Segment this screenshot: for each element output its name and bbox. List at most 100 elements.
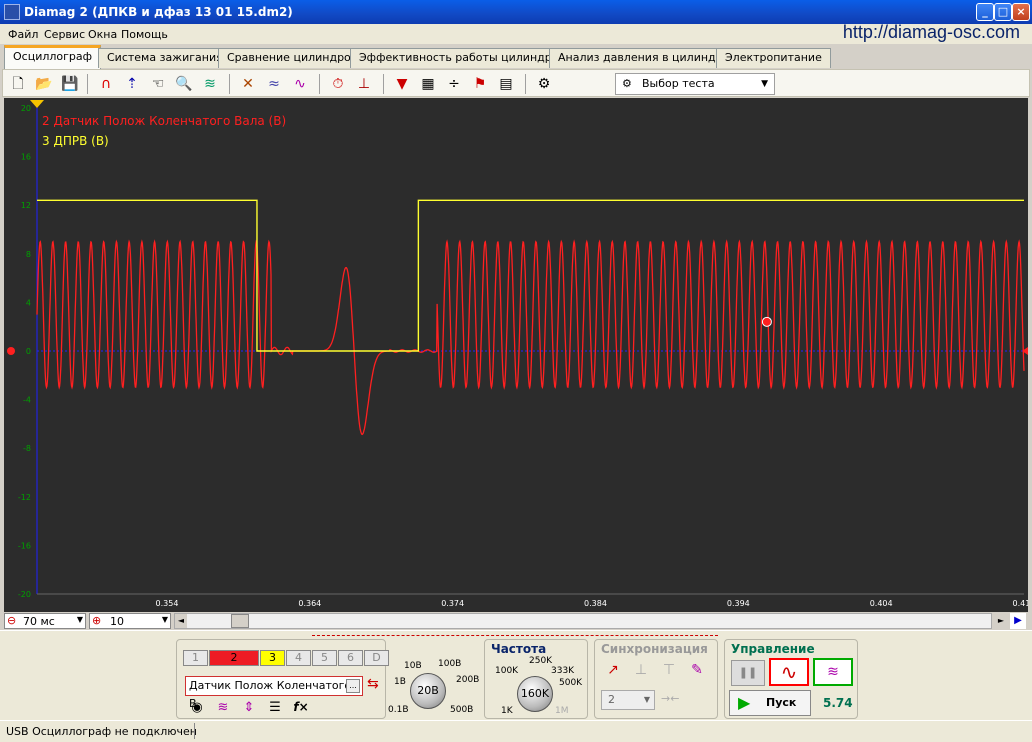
frequency-knob[interactable]: 160K — [517, 676, 553, 712]
menu-service[interactable]: Сервис — [44, 28, 85, 41]
flag-icon[interactable]: ⚑ — [469, 73, 491, 95]
auto-sync-icon[interactable]: ✎ — [687, 662, 707, 682]
channel-name-field[interactable]: Датчик Полож Коленчатого В ... — [185, 676, 363, 710]
vertical-shift-icon[interactable]: ⇕ — [237, 700, 261, 718]
lines-icon[interactable]: ☰ — [263, 700, 287, 718]
edge-up-icon[interactable]: ⊥ — [631, 662, 651, 682]
freq-label-100k: 100K — [495, 666, 519, 676]
sync-channel-select[interactable]: 2 ▼ — [601, 690, 655, 710]
channel-button-digital[interactable]: D — [364, 650, 389, 666]
overlay-icon[interactable]: ∿ — [289, 73, 311, 95]
play-forward-icon[interactable]: ▶ — [1010, 613, 1026, 629]
split-icon[interactable]: ÷ — [443, 73, 465, 95]
zoom-value: 10 — [110, 615, 124, 628]
eye-icon[interactable]: ◉ — [185, 700, 209, 718]
x-tick-label: 0.404 — [870, 599, 893, 608]
notes-icon[interactable]: ▤ — [495, 73, 517, 95]
test-select[interactable]: ⚙ Выбор теста ▼ — [615, 73, 775, 95]
save-icon[interactable]: 💾 — [59, 73, 81, 95]
channel-button-2[interactable]: 2 — [209, 650, 259, 666]
rising-edge-icon[interactable]: ↗ — [603, 662, 623, 682]
menu-help[interactable]: Помощь — [121, 28, 168, 41]
chevron-down-icon: ▼ — [643, 695, 650, 704]
auto-settings-icon[interactable]: ⚙ — [533, 73, 555, 95]
timebase-value: 70 мс — [23, 615, 55, 628]
channel-more-button[interactable]: ... — [346, 679, 360, 693]
volt-knob[interactable]: 20В — [410, 673, 446, 709]
oscilloscope-plot[interactable]: 20 16 12 8 4 0 -4 -8 -12 -16 -20 0.354 0.364 0.374 0.3… — [4, 98, 1032, 612]
freq-label-333k: 333K — [551, 666, 575, 676]
y-tick-label: 12 — [21, 201, 31, 210]
auto-scale-icon[interactable]: ≋ — [199, 73, 221, 95]
control-area: 1 2 3 4 5 6 D Датчик Полож Коленчатого В… — [0, 630, 1032, 720]
sync-arrows-icon[interactable]: →← — [661, 692, 679, 705]
tab-oscilloscope[interactable]: Осциллограф — [4, 45, 102, 69]
tab-cylinder-pressure[interactable]: Анализ давления в цилиндре — [549, 48, 739, 68]
toolbar: 🗋 📂 💾 ∩ ⇡ ☜ 🔍 ≋ ✕ ≈ ∿ ⏱ ⊥ ▼ ▦ ÷ ⚑ ▤ ⚙ ⚙ … — [2, 69, 1030, 97]
x-tick-label: 0.384 — [584, 599, 607, 608]
timebase-select[interactable]: ⊖ 70 мс ▼ — [4, 613, 86, 629]
sine-mode-button[interactable]: ∿ — [769, 658, 809, 686]
status-bar: USB Осциллограф не подключен — [0, 720, 1032, 742]
control-panel: Управление ❚❚ ∿ ≋ ▶ Пуск 5.74 — [724, 639, 858, 719]
app-icon — [4, 4, 20, 20]
window-title: Diamag 2 (ДПКВ и дфаз 13 01 15.dm2) — [24, 5, 293, 19]
channel-button-4[interactable]: 4 — [286, 650, 311, 666]
zoom-select[interactable]: ⊕ 10 ▼ — [89, 613, 171, 629]
volt-label-100v: 100В — [438, 659, 462, 669]
close-button[interactable]: × — [1012, 3, 1030, 21]
chevron-down-icon: ▼ — [161, 615, 168, 624]
scroll-thumb[interactable] — [231, 614, 249, 628]
scroll-right-icon[interactable]: ► — [994, 613, 1008, 629]
minimize-button[interactable]: _ — [976, 3, 994, 21]
chevron-down-icon: ▼ — [76, 615, 83, 624]
x-tick-label: 0.414 — [1013, 599, 1028, 608]
channel-filter-icon[interactable]: ▼ — [391, 73, 413, 95]
function-icon[interactable]: f× — [289, 700, 313, 718]
edge-down-icon[interactable]: ⊤ — [659, 662, 679, 682]
menu-file[interactable]: Файл — [8, 28, 38, 41]
tab-cylinder-compare[interactable]: Сравнение цилиндров — [218, 48, 367, 68]
menu-windows[interactable]: Окна — [88, 28, 117, 41]
tab-cylinder-efficiency[interactable]: Эффективность работы цилиндров — [350, 48, 574, 68]
start-label: Пуск — [766, 696, 797, 709]
volt-label-10v: 10В — [404, 661, 422, 671]
site-url[interactable]: http://diamag-osc.com — [843, 22, 1020, 43]
start-button[interactable]: ▶ Пуск — [729, 690, 811, 716]
pause-button[interactable]: ❚❚ — [731, 660, 765, 686]
multi-wave-mode-button[interactable]: ≋ — [813, 658, 853, 686]
y-tick-label: -8 — [23, 444, 31, 453]
channel-button-1[interactable]: 1 — [183, 650, 208, 666]
channel-button-6[interactable]: 6 — [338, 650, 363, 666]
y-tick-label: 8 — [26, 250, 31, 259]
wave-icon[interactable]: ≋ — [211, 700, 235, 718]
x-tick-label: 0.374 — [441, 599, 464, 608]
freq-label-1m: 1M — [555, 706, 569, 716]
open-folder-icon[interactable]: 📂 — [33, 73, 55, 95]
cursor-arc-icon[interactable]: ∩ — [95, 73, 117, 95]
filter-icon[interactable]: ✕ — [237, 73, 259, 95]
y-tick-label: -4 — [23, 396, 31, 405]
y-tick-label: -16 — [18, 541, 31, 550]
new-file-icon[interactable]: 🗋 — [7, 73, 29, 95]
swap-icon[interactable]: ⇆ — [367, 676, 379, 692]
hand-pan-icon[interactable]: ☜ — [147, 73, 169, 95]
horizontal-scrollbar[interactable]: ◄ — [174, 613, 992, 629]
control-title: Управление — [731, 642, 815, 656]
maximize-button[interactable]: □ — [994, 3, 1012, 21]
waves-icon[interactable]: ≈ — [263, 73, 285, 95]
scroll-left-icon[interactable]: ◄ — [175, 614, 187, 628]
zero-level-icon[interactable]: ⊥ — [353, 73, 375, 95]
channel-button-5[interactable]: 5 — [312, 650, 337, 666]
channel-button-3[interactable]: 3 — [260, 650, 285, 666]
zoom-icon[interactable]: 🔍 — [173, 73, 195, 95]
tab-power[interactable]: Электропитание — [716, 48, 831, 68]
sync-title: Синхронизация — [601, 642, 708, 656]
marker-tool-icon[interactable]: ⇡ — [121, 73, 143, 95]
table-grid-icon[interactable]: ▦ — [417, 73, 439, 95]
tab-ignition[interactable]: Система зажигания — [98, 48, 232, 68]
frequency-panel: Частота 250K 100K 333K 500K 1K 1M 160K — [484, 639, 588, 719]
y-tick-label: 16 — [21, 153, 31, 162]
auto-trigger-icon[interactable]: ⏱ — [327, 73, 349, 95]
y-tick-label: 20 — [21, 104, 31, 113]
